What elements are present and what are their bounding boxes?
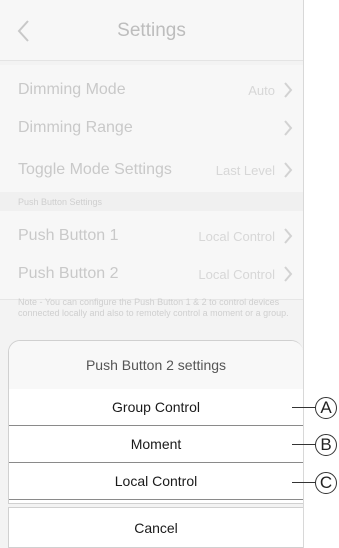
chevron-right-icon: [284, 266, 293, 282]
chevron-right-icon: [284, 162, 293, 178]
callout-line-c: [292, 482, 316, 483]
option-local-control[interactable]: Local Control: [9, 463, 303, 500]
row-value: Auto: [248, 83, 275, 98]
settings-row-toggle-mode[interactable]: Toggle Mode Settings Last Level: [0, 145, 303, 196]
option-moment[interactable]: Moment: [9, 426, 303, 463]
row-value: Last Level: [215, 163, 275, 178]
push-button-note: Note - You can configure the Push Button…: [18, 297, 289, 318]
cancel-button[interactable]: Cancel: [8, 507, 303, 548]
chevron-right-icon: [284, 228, 293, 244]
row-label: Toggle Mode Settings: [18, 161, 172, 178]
settings-row-push-button-2[interactable]: Push Button 2 Local Control: [0, 249, 303, 300]
row-label: Push Button 2: [18, 265, 119, 282]
option-group-control[interactable]: Group Control: [9, 389, 303, 426]
callout-c: C: [315, 472, 337, 494]
callout-line-a: [292, 407, 316, 408]
row-label: Dimming Range: [18, 119, 133, 136]
page-title: Settings: [117, 20, 186, 41]
phone-screen: Settings Dimming Mode Auto Dimming Range…: [0, 0, 304, 548]
action-sheet: Push Button 2 settings Group Control Mom…: [8, 340, 303, 504]
callout-b: B: [315, 434, 337, 456]
header: Settings: [0, 0, 303, 61]
chevron-right-icon: [284, 120, 293, 136]
row-value: Local Control: [198, 229, 275, 244]
callout-a: A: [315, 397, 337, 419]
section-title: Push Button Settings: [18, 197, 103, 207]
row-value: Local Control: [198, 267, 275, 282]
callout-line-b: [292, 444, 316, 445]
row-label: Dimming Mode: [18, 81, 126, 98]
action-sheet-title: Push Button 2 settings: [9, 341, 303, 390]
chevron-right-icon: [284, 82, 293, 98]
row-label: Push Button 1: [18, 227, 119, 244]
